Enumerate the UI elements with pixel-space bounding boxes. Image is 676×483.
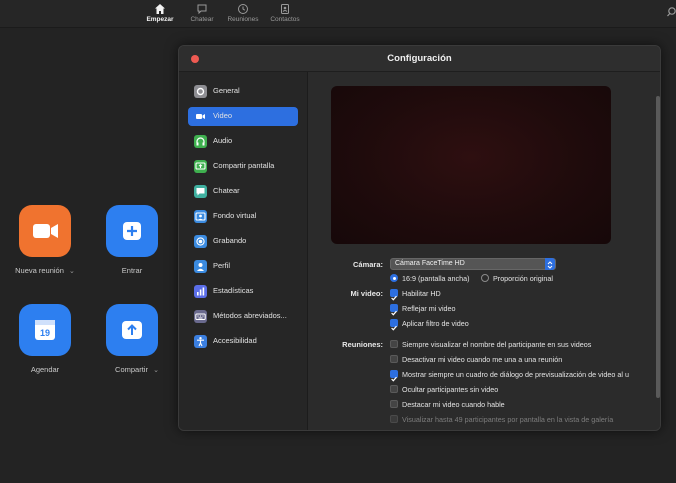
- clock-icon: [238, 4, 248, 14]
- settings-title: Configuración: [387, 53, 452, 64]
- mirror-video-checkbox[interactable]: [390, 304, 398, 316]
- new-meeting-label[interactable]: Nueva reunión ⌄: [0, 266, 90, 275]
- sidebar-item-label: Audio: [213, 136, 233, 145]
- schedule-button[interactable]: 19: [19, 304, 71, 356]
- ratio-original-label: Proporción original: [493, 274, 553, 283]
- turn-off-video-checkbox[interactable]: [390, 355, 398, 363]
- video-icon: [194, 110, 207, 123]
- chat-icon: [197, 4, 207, 15]
- join-label: Entrar: [121, 266, 143, 275]
- ratio-16-9-label: 16:9 (pantalla ancha): [402, 274, 470, 283]
- video-camera-icon: [33, 224, 58, 238]
- sidebar-item-audio[interactable]: Audio: [188, 132, 298, 151]
- top-navigation: Empezar Chatear Reuniones Contactos: [0, 0, 676, 28]
- share-text: Compartir: [115, 365, 148, 374]
- sidebar-item-profile[interactable]: Perfil: [188, 257, 298, 276]
- sidebar-item-label: Accesibilidad: [213, 336, 257, 345]
- show-names-label: Siempre visualizar el nombre del partici…: [402, 340, 592, 349]
- join-button[interactable]: [106, 205, 158, 257]
- enable-hd-label: Habilitar HD: [402, 289, 441, 298]
- show-names-checkbox[interactable]: [390, 340, 398, 348]
- scrollbar[interactable]: [656, 96, 660, 398]
- home-icon: [155, 4, 165, 14]
- sidebar-item-label: Perfil: [213, 261, 231, 270]
- sidebar-item-label: Chatear: [213, 186, 240, 195]
- schedule-label: Agendar: [30, 365, 60, 374]
- sidebar-item-label: Grabando: [213, 236, 247, 245]
- nav-tab-label: Empezar: [146, 16, 174, 23]
- calendar-day: 19: [40, 328, 50, 338]
- share-button[interactable]: [106, 304, 158, 356]
- calendar-icon: 19: [35, 320, 55, 340]
- video-filter-label: Aplicar filtro de video: [402, 319, 469, 328]
- preview-dialog-checkbox[interactable]: [390, 370, 398, 382]
- preview-dialog-label: Mostrar siempre un cuadro de diálogo de …: [402, 370, 629, 379]
- video-settings-panel: Cámara: Cámara FaceTime HD 16:9 (pantall…: [308, 72, 660, 430]
- sidebar-item-label: General: [213, 86, 240, 95]
- nav-tab-label: Contactos: [270, 16, 300, 23]
- record-icon: [194, 235, 207, 248]
- gear-icon: [194, 85, 207, 98]
- select-arrows-icon: [545, 258, 555, 270]
- sidebar-item-chat[interactable]: Chatear: [188, 182, 298, 201]
- settings-sidebar: General Video Audio Compartir pantalla C…: [179, 72, 308, 430]
- sidebar-item-video[interactable]: Video: [188, 107, 298, 126]
- sidebar-item-recording[interactable]: Grabando: [188, 232, 298, 251]
- background-icon: [194, 210, 207, 223]
- sidebar-item-label: Video: [213, 111, 233, 120]
- ratio-original-radio[interactable]: [481, 274, 489, 282]
- profile-icon: [194, 260, 207, 273]
- sidebar-item-label: Estadísticas: [213, 286, 254, 295]
- share-screen-icon: [194, 160, 207, 173]
- hide-non-video-label: Ocultar participantes sin video: [402, 385, 499, 394]
- accessibility-icon: [194, 335, 207, 348]
- sidebar-item-label: Fondo virtual: [213, 211, 257, 220]
- search-icon[interactable]: [666, 6, 676, 18]
- gallery-49-label: Visualizar hasta 49 participantes por pa…: [402, 415, 614, 424]
- plus-icon: [123, 222, 141, 240]
- camera-label: Cámara:: [352, 260, 383, 269]
- camera-preview: [331, 86, 611, 244]
- new-meeting-button[interactable]: [19, 205, 71, 257]
- keyboard-icon: [194, 310, 207, 323]
- new-meeting-text: Nueva reunión: [15, 266, 64, 275]
- hide-non-video-checkbox[interactable]: [390, 385, 398, 393]
- enable-hd-checkbox[interactable]: [390, 289, 398, 301]
- settings-titlebar: Configuración: [179, 46, 660, 72]
- gallery-49-checkbox: [390, 415, 398, 423]
- stats-icon: [194, 285, 207, 298]
- sidebar-item-virtual-background[interactable]: Fondo virtual: [188, 207, 298, 226]
- sidebar-item-label: Compartir pantalla: [213, 161, 275, 170]
- upload-arrow-icon: [122, 321, 142, 339]
- spotlight-video-label: Destacar mi video cuando hable: [402, 400, 505, 409]
- sidebar-item-shortcuts[interactable]: Métodos abreviados...: [188, 307, 298, 326]
- camera-select[interactable]: Cámara FaceTime HD: [390, 258, 556, 270]
- turn-off-video-label: Desactivar mi video cuando me una a una …: [402, 355, 563, 364]
- sidebar-item-label: Métodos abreviados...: [213, 311, 287, 320]
- spotlight-video-checkbox[interactable]: [390, 400, 398, 408]
- sidebar-item-general[interactable]: General: [188, 82, 298, 101]
- meetings-label: Reuniones:: [342, 340, 383, 349]
- nav-tab-label: Reuniones: [227, 16, 259, 23]
- chevron-down-icon[interactable]: ⌄: [153, 367, 159, 374]
- camera-select-value: Cámara FaceTime HD: [395, 260, 465, 267]
- settings-window: Configuración General Video Audio Compar…: [178, 45, 661, 431]
- headphones-icon: [194, 135, 207, 148]
- sidebar-item-statistics[interactable]: Estadísticas: [188, 282, 298, 301]
- nav-tab-label: Chatear: [190, 16, 214, 23]
- video-filter-checkbox[interactable]: [390, 319, 398, 331]
- sidebar-item-share-screen[interactable]: Compartir pantalla: [188, 157, 298, 176]
- chevron-down-icon[interactable]: ⌄: [69, 268, 75, 275]
- nav-tab-contactos[interactable]: Contactos: [260, 3, 310, 23]
- sidebar-item-accessibility[interactable]: Accesibilidad: [188, 332, 298, 351]
- contacts-icon: [281, 4, 289, 14]
- my-video-label: Mi video:: [350, 289, 383, 298]
- share-label[interactable]: Compartir ⌄: [92, 365, 182, 374]
- chat-icon: [194, 185, 207, 198]
- mirror-video-label: Reflejar mi video: [402, 304, 456, 313]
- ratio-16-9-radio[interactable]: [390, 274, 398, 282]
